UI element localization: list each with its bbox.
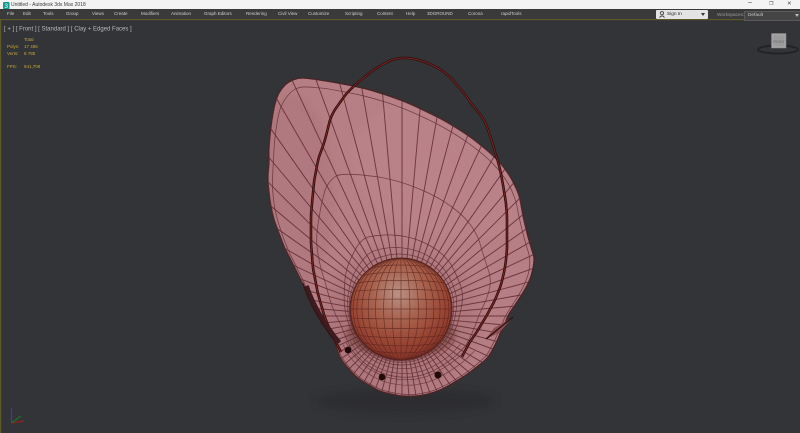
svg-text:FRONT: FRONT xyxy=(773,40,785,44)
